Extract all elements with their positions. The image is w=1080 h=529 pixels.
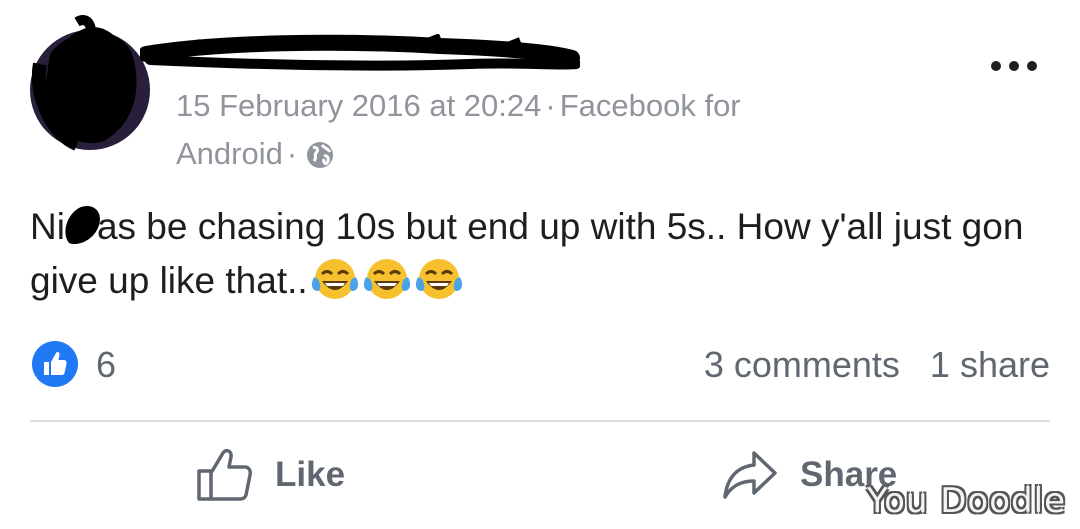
post-text-body: as be chasing 10s but end up with 5s.. H… [30,206,1024,301]
tears-of-joy-emoji [310,257,360,318]
author-name-redaction[interactable] [140,34,580,78]
avatar-redaction-scribble [32,15,137,151]
post-stats: 6 3 comments 1 share [30,334,1050,394]
like-count[interactable]: 6 [96,344,116,386]
stats-right: 3 comments 1 share [704,344,1050,386]
tears-of-joy-emoji [362,257,412,318]
comments-count[interactable]: 3 comments [704,344,900,385]
more-options-icon[interactable] [988,56,1040,76]
tears-of-joy-emoji [414,257,464,318]
share-arrow-icon [723,451,777,499]
like-button-label: Like [275,455,346,494]
post-text: Ni as be chasing 10s but end up with 5s..… [30,200,1040,318]
like-reaction-badge[interactable] [32,341,78,387]
post-timestamp[interactable]: 15 February 2016 at 20:24 [176,88,541,123]
post-source-line1: Facebook for [559,88,741,123]
meta-separator: · [286,136,298,171]
thumbs-up-outline-icon [197,448,252,501]
meta-separator: · [545,88,556,123]
globe-icon[interactable] [305,140,335,170]
like-button[interactable]: Like [195,445,345,505]
thumbs-up-icon [44,351,67,375]
shares-count[interactable]: 1 share [930,344,1050,385]
app-watermark: You Doodle [866,481,1066,521]
post-meta: 15 February 2016 at 20:24 · Facebook for A… [176,82,856,178]
divider [30,420,1050,422]
post-source-line2: Android [176,136,283,171]
